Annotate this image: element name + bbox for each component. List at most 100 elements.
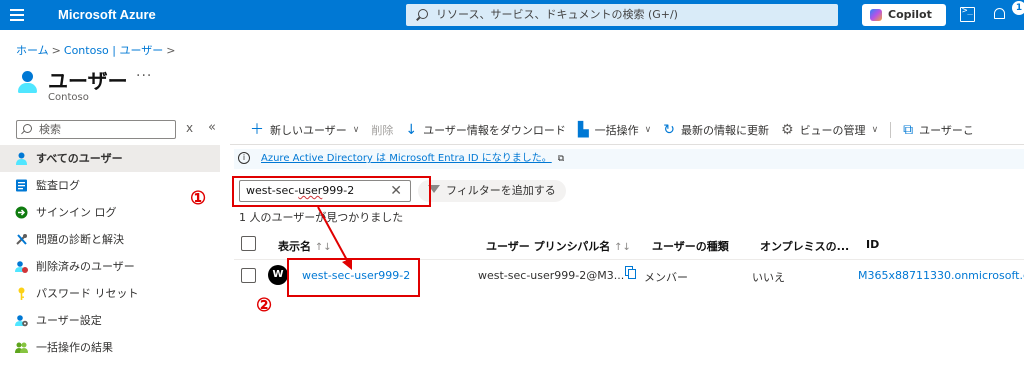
search-icon [23,124,32,133]
refresh-button[interactable]: ↻ 最新の情報に更新 [663,122,769,138]
sidebar-item-label: 問題の診断と解決 [36,233,124,246]
sidebar-item-bulk-results[interactable]: 一括操作の結果 [0,334,220,361]
page-title: ユーザー [48,69,128,93]
sidebar-item-label: 一括操作の結果 [36,341,113,354]
chevron-down-icon: ∨ [871,125,879,135]
user-principal-name: west-sec-user999-2@M3... [478,269,625,282]
chevron-down-icon: ∨ [352,125,360,135]
user-icon [16,152,27,165]
breadcrumb-home[interactable]: ホーム [16,44,49,57]
row-checkbox[interactable] [241,268,256,283]
column-label: ユーザー プリンシパル名 [486,240,611,253]
entra-rename-link[interactable]: Azure Active Directory は Microsoft Entra… [261,153,552,164]
bulk-operations-button[interactable]: ▙ 一括操作 ∨ [578,122,651,138]
result-count: 1 人のユーザーが見つかりました [239,211,404,224]
breadcrumb-contoso-users[interactable]: Contoso | ユーザー [64,44,163,57]
info-banner: i Azure Active Directory は Microsoft Ent… [234,149,1024,169]
copy-icon[interactable] [625,266,637,280]
sidebar-item-audit-logs[interactable]: 監査ログ [0,172,220,199]
sign-in-icon [15,206,28,219]
sidebar-item-label: 監査ログ [36,179,80,192]
annotation-box-search [232,176,431,207]
audit-log-icon [16,179,27,192]
column-header-upn[interactable]: ユーザー プリンシパル名 ↑↓ [486,238,631,254]
bulk-results-icon [15,342,28,353]
global-search-placeholder: リソース、サービス、ドキュメントの検索 (G+/) [436,8,678,21]
info-icon: i [238,152,250,164]
refresh-label: 最新の情報に更新 [681,124,769,137]
sidebar-item-label: ユーザー設定 [36,314,102,327]
bulk-label: 一括操作 [594,124,639,137]
manage-view-button[interactable]: ⚙ ビューの管理 ∨ [781,122,878,138]
cloud-shell-icon[interactable] [960,6,975,22]
plus-icon: ＋ [250,122,264,138]
global-search-input[interactable]: リソース、サービス、ドキュメントの検索 (G+/) [406,4,838,26]
toolbar-divider [890,122,892,138]
sidebar-item-sign-in-logs[interactable]: サインイン ログ [0,199,220,226]
search-icon [418,9,428,19]
user-more-button[interactable]: ⧉ ユーザーこ [903,122,974,138]
new-user-label: 新しいユーザー [270,124,347,137]
more-options-button[interactable]: ··· [136,68,152,84]
sidebar-collapse-button[interactable]: « [208,120,216,135]
copilot-label: Copilot [888,8,932,21]
sort-icon: ↑↓ [614,242,631,253]
external-link-icon[interactable]: ⧉ [558,154,564,164]
refresh-icon: ↻ [663,122,675,138]
users-icon [16,68,38,94]
sidebar: すべてのユーザー 監査ログ サインイン ログ 問題の診断と解決 削除済みのユーザ… [0,145,220,361]
notification-badge: 1 [1012,1,1024,15]
copilot-icon [870,9,882,21]
download-label: ユーザー情報をダウンロード [423,124,566,137]
chevron-down-icon: ∨ [644,125,652,135]
column-label: 表示名 [278,240,311,253]
annotation-step-2: ② [256,295,273,316]
column-header-id[interactable]: ID [866,238,879,251]
breadcrumb-separator: > [51,44,61,57]
sidebar-search-placeholder: 検索 [39,123,61,136]
sidebar-item-label: すべてのユーザー [36,152,123,165]
wrench-icon [16,234,27,245]
sidebar-search-input[interactable]: 検索 [16,120,176,139]
delete-label: 削除 [371,124,394,137]
user-more-label: ユーザーこ [919,124,974,137]
hamburger-menu-icon[interactable] [8,6,26,24]
copilot-button[interactable]: Copilot [862,4,946,26]
open-in-new-icon: ⧉ [903,122,914,138]
breadcrumb: ホーム > Contoso | ユーザー > [16,42,178,58]
sidebar-item-diagnose[interactable]: 問題の診断と解決 [0,226,220,253]
on-premises-sync: いいえ [752,271,785,284]
sidebar-item-deleted-users[interactable]: 削除済みのユーザー [0,253,220,280]
sidebar-item-password-reset[interactable]: パスワード リセット [0,280,220,307]
gear-icon: ⚙ [781,122,794,138]
sidebar-item-user-settings[interactable]: ユーザー設定 [0,307,220,334]
sidebar-item-all-users[interactable]: すべてのユーザー [0,145,220,172]
user-type: メンバー [644,271,688,284]
annotation-step-1: ① [190,188,207,209]
annotation-box-user-link [287,258,420,297]
brand-title[interactable]: Microsoft Azure [58,7,156,22]
add-filter-button[interactable]: フィルターを追加する [418,180,566,202]
select-all-checkbox[interactable] [241,236,256,251]
deleted-users-icon [15,261,28,273]
download-icon: ↓ [405,122,418,138]
top-bar: Microsoft Azure リソース、サービス、ドキュメントの検索 (G+/… [0,0,1024,30]
sidebar-search-clear-button[interactable]: x [186,121,193,135]
column-header-display-name[interactable]: 表示名 ↑↓ [278,238,332,254]
user-settings-icon [15,315,28,327]
sidebar-item-label: サインイン ログ [36,206,117,219]
document-icon: ▙ [577,122,589,138]
delete-button[interactable]: 削除 [371,122,393,138]
sidebar-item-label: 削除済みのユーザー [36,260,135,273]
column-header-on-premises[interactable]: オンプレミスの... [760,238,849,254]
new-user-button[interactable]: ＋ 新しいユーザー ∨ [250,122,359,138]
command-bar: ＋ 新しいユーザー ∨ 削除 ↓ ユーザー情報をダウンロード ▙ 一括操作 ∨ … [250,120,986,140]
notifications-icon[interactable] [993,6,1007,20]
sort-icon: ↑↓ [314,242,332,253]
sidebar-item-label: パスワード リセット [36,287,139,300]
download-users-button[interactable]: ↓ ユーザー情報をダウンロード [405,122,566,138]
user-id-link[interactable]: M365x88711330.onmicrosoft.com [858,269,1024,282]
column-header-user-type[interactable]: ユーザーの種類 [652,238,729,254]
avatar: W [268,265,288,285]
key-icon [18,287,25,300]
